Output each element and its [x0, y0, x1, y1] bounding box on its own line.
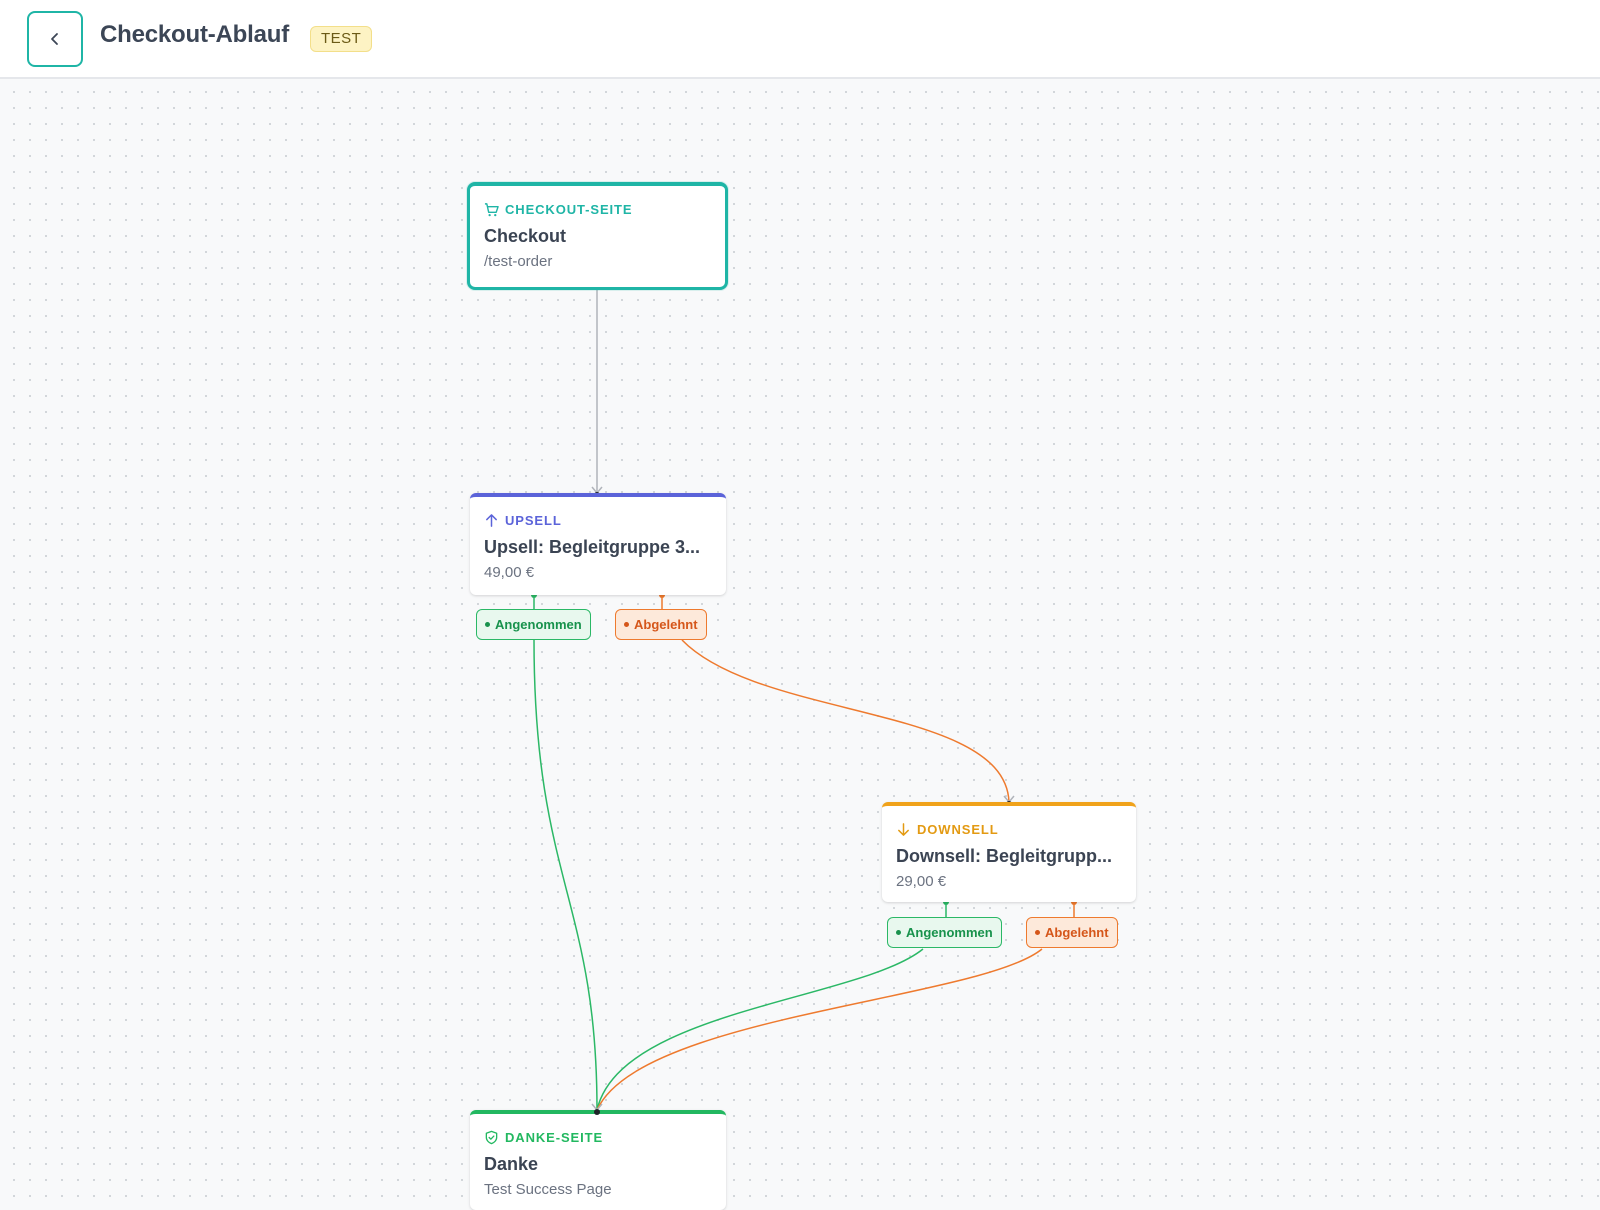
status-dot — [624, 622, 629, 627]
node-checkout[interactable]: CHECKOUT-SEITE Checkout /test-order — [467, 182, 728, 290]
status-dot — [896, 930, 901, 935]
arrow-up-icon — [486, 514, 497, 527]
node-kind: DOWNSELL — [896, 822, 999, 837]
branch-label: Abgelehnt — [1045, 924, 1109, 940]
top-bar: Checkout-Ablauf TEST — [0, 0, 1600, 79]
node-kind-label: DANKE-SEITE — [505, 1130, 604, 1145]
branch-label: Abgelehnt — [634, 616, 698, 632]
back-button[interactable] — [27, 11, 83, 67]
node-description: Test Success Page — [484, 1181, 612, 1198]
branch-label: Angenommen — [906, 924, 993, 940]
node-path: /test-order — [484, 253, 553, 270]
node-kind: DANKE-SEITE — [484, 1130, 603, 1145]
branch-label: Angenommen — [495, 616, 582, 632]
node-price: 29,00 € — [896, 873, 947, 890]
downsell-declined-label[interactable]: Abgelehnt — [1026, 917, 1118, 948]
node-kind: UPSELL — [484, 513, 562, 528]
node-name: Downsell: Begleitgrupp... — [896, 846, 1113, 866]
node-kind-label: DOWNSELL — [917, 822, 999, 837]
environment-badge: TEST — [310, 26, 373, 52]
node-upsell[interactable]: UPSELL Upsell: Begleitgruppe 3... 49,00 … — [470, 493, 726, 595]
status-dot — [1035, 930, 1040, 935]
downsell-accepted-label[interactable]: Angenommen — [887, 917, 1002, 948]
page-title: Checkout-Ablauf — [100, 21, 290, 48]
node-thanks[interactable]: DANKE-SEITE Danke Test Success Page — [470, 1110, 726, 1210]
upsell-declined-label[interactable]: Abgelehnt — [615, 609, 707, 640]
node-price: 49,00 € — [484, 564, 535, 581]
chevron-left-icon — [51, 33, 58, 45]
cart-icon — [484, 203, 499, 217]
node-name: Danke — [484, 1154, 539, 1174]
status-dot — [485, 622, 490, 627]
node-kind: CHECKOUT-SEITE — [484, 202, 632, 217]
arrow-down-icon — [898, 823, 909, 836]
shield-check-icon — [485, 1130, 498, 1145]
flow-canvas[interactable] — [0, 80, 1600, 1205]
node-name: Checkout — [484, 226, 567, 246]
node-name: Upsell: Begleitgruppe 3... — [484, 537, 701, 557]
node-downsell[interactable]: DOWNSELL Downsell: Begleitgrupp... 29,00… — [882, 802, 1136, 902]
node-kind-label: UPSELL — [505, 513, 562, 528]
node-kind-label: CHECKOUT-SEITE — [505, 202, 633, 217]
upsell-accepted-label[interactable]: Angenommen — [476, 609, 591, 640]
